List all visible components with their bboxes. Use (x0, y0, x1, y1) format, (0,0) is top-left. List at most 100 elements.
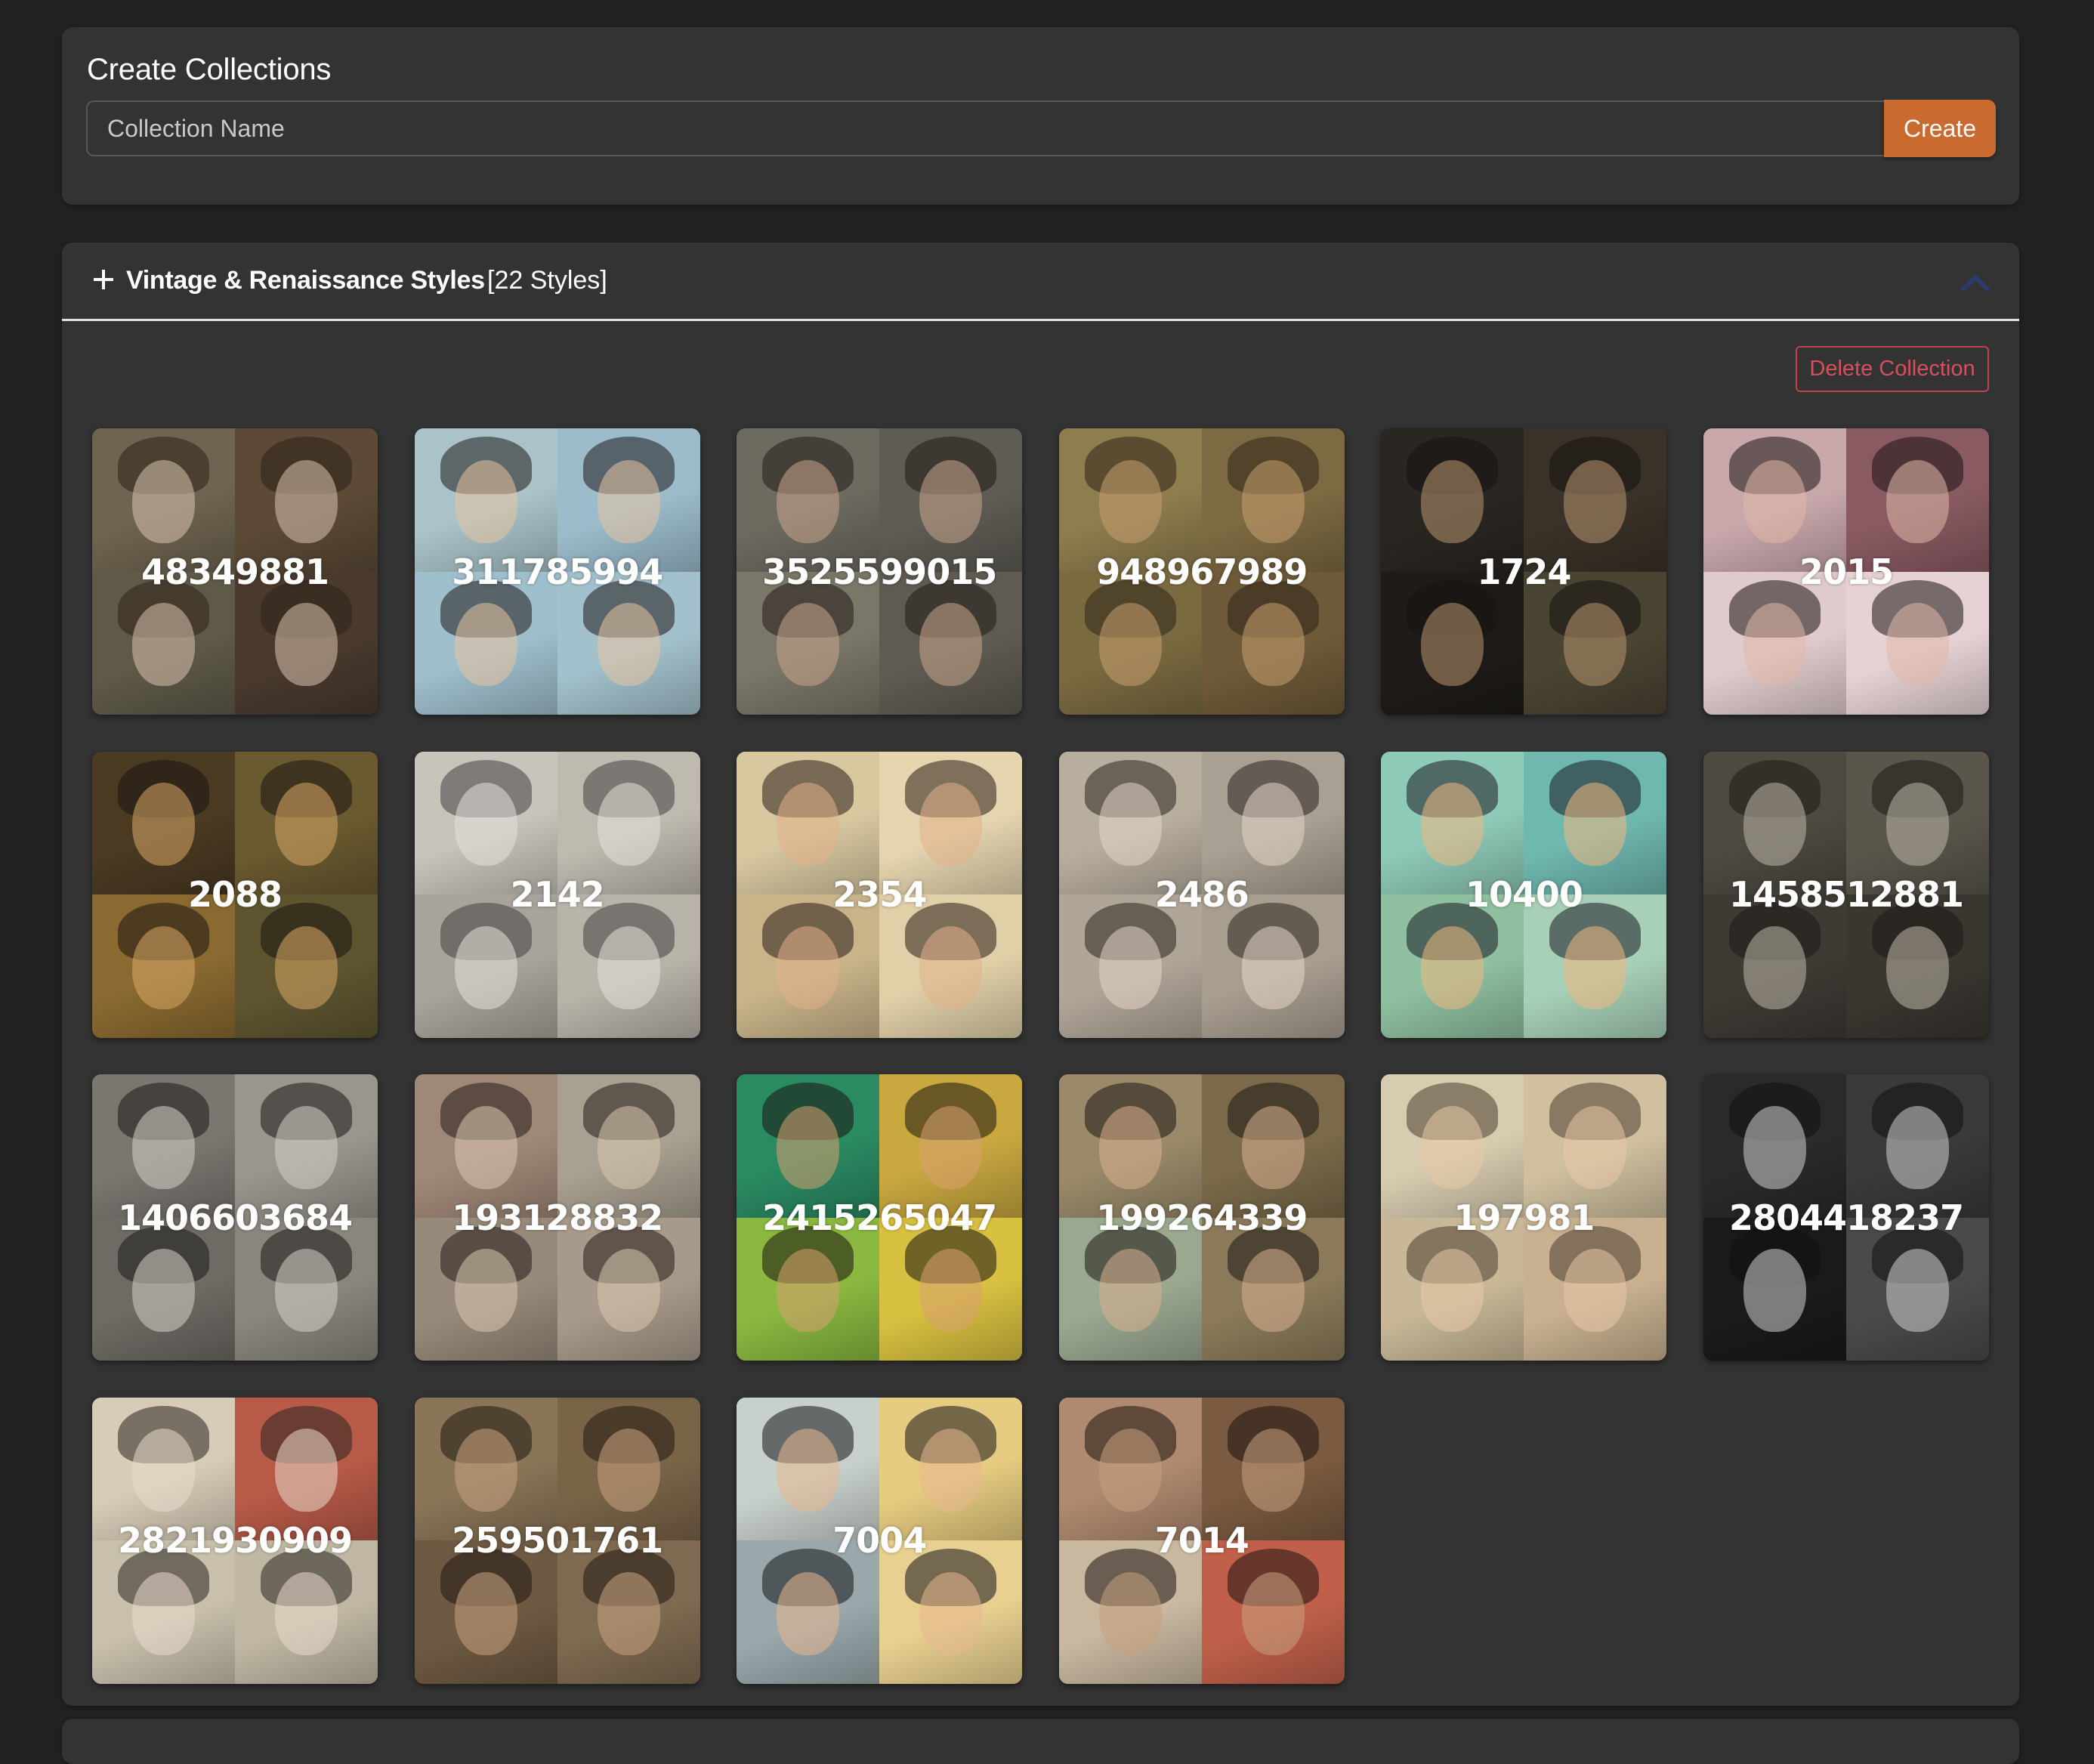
portrait-face-shape (1564, 925, 1627, 1009)
style-tile[interactable]: 2415265047 (737, 1074, 1023, 1361)
thumbnail-quadrant (1703, 428, 1846, 572)
thumbnail-quadrant (1058, 1217, 1202, 1361)
portrait-face-shape (1421, 603, 1484, 687)
portrait-face-shape (454, 1105, 517, 1189)
style-id-label: 7004 (832, 1520, 927, 1561)
collection-title: Vintage & Renaissance Styles (126, 266, 485, 295)
thumbnail-quadrant (1058, 1397, 1202, 1540)
portrait-face-shape (274, 1105, 338, 1189)
thumbnail-quadrant (92, 1217, 235, 1361)
thumbnail-quadrant (235, 894, 378, 1038)
portrait-face-shape (1564, 1105, 1627, 1189)
thumbnail-quadrant (557, 1397, 700, 1540)
create-collections-title: Create Collections (87, 53, 332, 86)
thumbnail-quadrant (737, 571, 880, 715)
portrait-face-shape (1241, 1429, 1305, 1512)
thumbnail-quadrant (1201, 1217, 1345, 1361)
portrait-face-shape (597, 1429, 660, 1512)
collection-header-toggle[interactable]: Vintage & Renaissance Styles [22 Styles] (62, 243, 2019, 320)
style-id-label: 2142 (510, 874, 605, 915)
style-tile[interactable]: 2486 (1058, 751, 1345, 1038)
style-tile[interactable]: 2088 (92, 751, 378, 1038)
create-button[interactable]: Create (1884, 100, 1996, 157)
portrait-face-shape (777, 783, 840, 867)
thumbnail-quadrant (235, 571, 378, 715)
thumbnail-quadrant (1703, 894, 1846, 1038)
thumbnail-quadrant (1846, 1074, 1989, 1218)
style-tile[interactable]: 2354 (737, 751, 1023, 1038)
portrait-face-shape (919, 1249, 983, 1333)
portrait-face-shape (597, 1105, 660, 1189)
style-tile[interactable]: 3525599015 (737, 428, 1023, 715)
style-tile[interactable]: 7014 (1058, 1397, 1345, 1684)
portrait-face-shape (131, 1105, 196, 1189)
thumbnail-quadrant (1381, 751, 1524, 894)
style-tile[interactable]: 197981 (1381, 1074, 1667, 1361)
thumbnail-quadrant (414, 1217, 557, 1361)
style-tile[interactable]: 1458512881 (1703, 751, 1989, 1038)
style-tile[interactable]: 193128832 (414, 1074, 700, 1361)
portrait-face-shape (597, 783, 660, 867)
thumbnail-quadrant (879, 428, 1023, 572)
chevron-up-icon[interactable] (1960, 273, 1991, 292)
style-id-label: 193128832 (452, 1197, 663, 1238)
thumbnail-quadrant (1846, 428, 1989, 572)
thumbnail-quadrant (879, 1397, 1023, 1540)
portrait-face-shape (919, 925, 983, 1009)
style-tile[interactable]: 259501761 (414, 1397, 700, 1684)
portrait-face-shape (274, 783, 338, 867)
portrait-face-shape (454, 1429, 517, 1512)
portrait-face-shape (597, 925, 660, 1009)
thumbnail-quadrant (737, 428, 880, 572)
delete-collection-button[interactable]: Delete Collection (1796, 346, 1989, 392)
style-tile[interactable]: 7004 (737, 1397, 1023, 1684)
thumbnail-quadrant (1201, 428, 1345, 572)
thumbnail-quadrant (737, 1397, 880, 1540)
style-id-label: 2354 (832, 874, 927, 915)
thumbnail-quadrant (879, 1540, 1023, 1684)
portrait-face-shape (1886, 925, 1950, 1009)
thumbnail-quadrant (1381, 428, 1524, 572)
style-tile[interactable]: 2804418237 (1703, 1074, 1989, 1361)
portrait-face-shape (454, 603, 517, 687)
style-id-label: 197981 (1453, 1197, 1595, 1238)
collection-name-input[interactable] (86, 100, 1884, 156)
style-id-label: 311785994 (452, 551, 663, 592)
portrait-face-shape (1743, 603, 1807, 687)
style-tile[interactable]: 199264339 (1058, 1074, 1345, 1361)
thumbnail-quadrant (879, 894, 1023, 1038)
thumbnail-quadrant (92, 1074, 235, 1218)
plus-icon[interactable] (94, 270, 113, 289)
thumbnail-quadrant (1846, 894, 1989, 1038)
portrait-face-shape (1886, 603, 1950, 687)
style-tile[interactable]: 311785994 (414, 428, 700, 715)
thumbnail-quadrant (1201, 1074, 1345, 1218)
style-tile[interactable]: 1724 (1381, 428, 1667, 715)
portrait-face-shape (1886, 1249, 1950, 1333)
portrait-face-shape (777, 459, 840, 543)
style-id-label: 199264339 (1096, 1197, 1308, 1238)
style-tile[interactable]: 2015 (1703, 428, 1989, 715)
thumbnail-quadrant (879, 1074, 1023, 1218)
thumbnail-quadrant (235, 1540, 378, 1684)
style-tile[interactable]: 10400 (1381, 751, 1667, 1038)
thumbnail-quadrant (557, 1217, 700, 1361)
thumbnail-quadrant (557, 1540, 700, 1684)
portrait-face-shape (274, 1429, 338, 1512)
portrait-face-shape (1241, 1105, 1305, 1189)
portrait-face-shape (777, 1429, 840, 1512)
thumbnail-quadrant (1058, 571, 1202, 715)
style-tile[interactable]: 1406603684 (92, 1074, 378, 1361)
portrait-face-shape (1241, 459, 1305, 543)
thumbnail-quadrant (92, 428, 235, 572)
portrait-face-shape (131, 603, 196, 687)
portrait-face-shape (1241, 603, 1305, 687)
portrait-face-shape (1098, 1105, 1162, 1189)
style-tile[interactable]: 48349881 (92, 428, 378, 715)
portrait-face-shape (597, 1249, 660, 1333)
portrait-face-shape (1743, 925, 1807, 1009)
style-tile[interactable]: 2142 (414, 751, 700, 1038)
style-tile[interactable]: 948967989 (1058, 428, 1345, 715)
thumbnail-quadrant (1524, 894, 1667, 1038)
style-tile[interactable]: 2821930909 (92, 1397, 378, 1684)
